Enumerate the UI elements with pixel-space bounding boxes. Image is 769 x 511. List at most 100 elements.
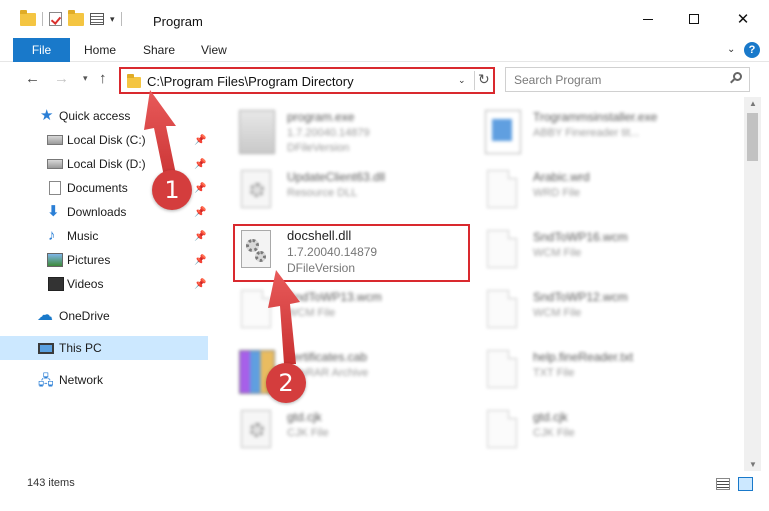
file-detail: CJK File [533,427,575,439]
tab-share[interactable]: Share [143,38,175,62]
sidebar-item-this-pc[interactable]: This PC [0,336,208,360]
file-detail: TXT File [533,367,575,379]
file-detail-2: DFileVersion [287,142,350,154]
file-name: gtd.cjk [287,410,322,424]
file-tile[interactable]: help.fineReader.txt TXT File [479,344,714,402]
search-input[interactable]: Search Program [505,67,750,92]
videos-icon [48,277,64,291]
computer-icon [38,343,54,354]
qat-dropdown-icon[interactable]: ▾ [110,14,115,25]
annotation-arrow-2 [268,270,300,364]
back-arrow-icon[interactable]: ← [25,70,40,87]
file-name: UpdateClient63.dll [287,170,386,184]
installer-icon [485,110,521,154]
scroll-thumb[interactable] [747,113,758,161]
tab-view[interactable]: View [201,38,227,62]
file-icon [487,290,517,328]
music-icon: ♪ [48,227,56,244]
step-2-badge: 2 [266,363,306,403]
file-tile[interactable]: gtd.cjk CJK File [479,404,714,462]
file-name: Trogrammsinstaller.exe [533,110,658,124]
forward-arrow-icon[interactable]: → [54,70,69,87]
sidebar-item-music[interactable]: ♪ Music 📌 [0,224,208,248]
cloud-icon: ☁ [37,307,53,324]
scroll-up-icon[interactable]: ▲ [749,99,757,108]
file-name: Arabic.wrd [533,170,590,184]
close-icon: ✕ [736,10,750,28]
tiles-view-icon[interactable] [738,477,753,491]
minimize-icon [643,18,653,20]
file-detail: WCM File [533,247,582,259]
sidebar-item-label: Local Disk (D:) [67,157,146,171]
exe-icon [239,110,275,154]
star-icon: ★ [40,107,54,124]
dll-icon [241,410,271,448]
quick-access-toolbar: ▾ [20,9,122,26]
minimize-button[interactable] [625,0,671,38]
window-title: Program [153,14,203,29]
sidebar-item-videos[interactable]: Videos 📌 [0,272,208,296]
documents-icon [49,181,61,195]
pictures-icon [47,253,63,267]
file-tile[interactable]: Arabic.wrd WRD File [479,164,714,222]
new-folder-icon[interactable] [68,9,84,26]
sidebar-item-network[interactable]: 🖧 Network [0,368,208,392]
step-1-badge: 1 [152,170,192,210]
tab-home[interactable]: Home [84,38,116,62]
ribbon-tabs: File Home Share View ⌄ ? [0,38,769,62]
close-button[interactable]: ✕ [717,0,769,38]
sidebar-item-label: Documents [67,181,128,195]
file-name: help.fineReader.txt [533,350,634,364]
download-icon: ⬇ [47,203,60,220]
maximize-button[interactable] [671,0,717,38]
details-view-icon[interactable] [716,478,730,490]
pin-icon: 📌 [194,278,207,290]
search-icon[interactable] [730,72,742,84]
tab-file[interactable]: File [13,38,70,62]
sidebar-item-label: Quick access [59,109,131,123]
file-icon [487,410,517,448]
scroll-down-icon[interactable]: ▼ [749,460,757,469]
dll-icon [241,170,271,208]
address-path[interactable]: C:\Program Files\Program Directory [147,74,354,89]
status-bar: 143 items [0,473,769,495]
file-tile[interactable]: gtd.cjk CJK File [233,404,468,462]
help-icon[interactable]: ? [744,42,760,58]
file-tile[interactable]: program.exe 1.7.20040.14879 DFileVersion [233,104,468,162]
sidebar-item-label: Pictures [67,253,111,267]
recent-locations-icon[interactable]: ▾ [83,73,88,84]
file-icon [487,230,517,268]
file-name: program.exe [287,110,355,124]
folder-icon[interactable] [20,9,36,26]
refresh-icon[interactable]: ↻ [478,71,490,88]
up-arrow-icon[interactable]: ↑ [99,70,107,87]
sidebar-item-onedrive[interactable]: ☁ OneDrive [0,304,208,328]
navigation-bar: ← → ▾ ↑ C:\Program Files\Program Directo… [0,62,769,96]
sidebar-item-label: Local Disk (C:) [67,133,146,147]
maximize-icon [689,14,699,24]
file-detail: Resource DLL [287,187,358,199]
file-detail: ABBY Finereader tit... [533,127,640,139]
address-separator [474,71,475,90]
properties-check-icon[interactable] [49,12,62,26]
vertical-scrollbar[interactable]: ▲ ▼ [744,97,761,471]
search-placeholder: Search Program [514,73,602,87]
pin-icon: 📌 [194,254,207,266]
sidebar-item-pictures[interactable]: Pictures 📌 [0,248,208,272]
network-icon: 🖧 [38,372,54,388]
item-count: 143 items [27,477,75,489]
sidebar-item-label: Network [59,373,104,387]
file-detail: CJK File [287,427,329,439]
expand-ribbon-icon[interactable]: ⌄ [727,44,735,55]
file-tile[interactable]: UpdateClient63.dll Resource DLL [233,164,468,222]
file-tile[interactable]: Trogrammsinstaller.exe ABBY Finereader t… [479,104,714,162]
drive-icon [47,135,63,145]
address-dropdown-icon[interactable]: ⌄ [458,75,466,86]
title-bar: ▾ Program ✕ [0,0,769,38]
sidebar-item-label: Music [67,229,99,243]
file-tile[interactable]: SndToWP12.wcm WCM File [479,284,714,342]
drive-icon [47,159,63,169]
customize-list-icon[interactable] [90,13,104,25]
file-tile[interactable]: SndToWP16.wcm WCM File [479,224,714,282]
file-name: SndToWP12.wcm [533,290,628,304]
